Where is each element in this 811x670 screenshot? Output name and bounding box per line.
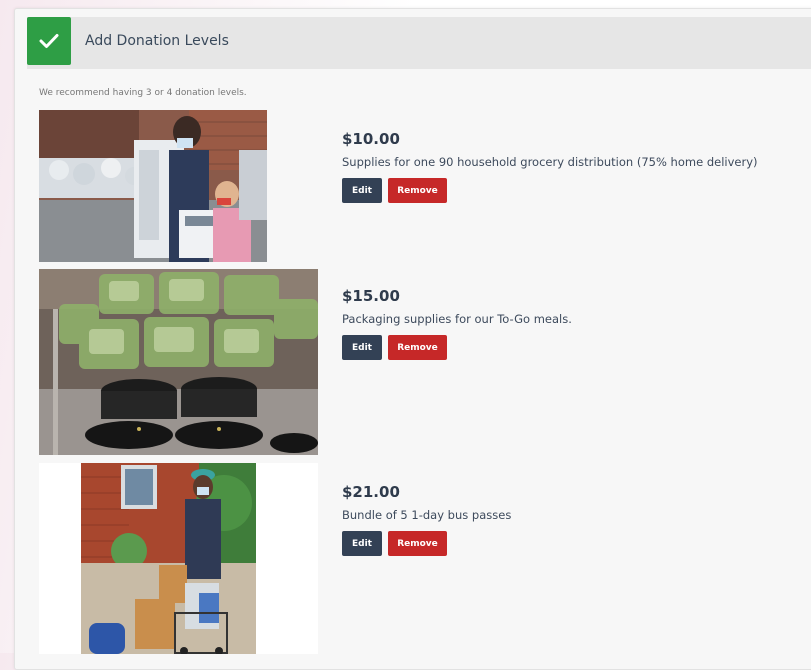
- remove-button[interactable]: Remove: [388, 335, 447, 360]
- completed-checkmark: [27, 17, 71, 65]
- donation-description: Supplies for one 90 household grocery di…: [342, 155, 758, 169]
- donation-level-details: $10.00 Supplies for one 90 household gro…: [342, 130, 757, 203]
- donation-description: Bundle of 5 1-day bus passes: [342, 508, 512, 522]
- donation-level-image: [39, 463, 318, 654]
- donation-level-image: [39, 269, 318, 455]
- donation-amount: $10.00: [342, 130, 400, 148]
- section-header: Add Donation Levels: [27, 17, 811, 69]
- donation-amount: $21.00: [342, 483, 400, 501]
- donation-description: Packaging supplies for our To-Go meals.: [342, 312, 572, 326]
- remove-button[interactable]: Remove: [388, 178, 447, 203]
- edit-button[interactable]: Edit: [342, 178, 382, 203]
- check-icon: [39, 34, 59, 48]
- donation-levels-panel: Add Donation Levels We recommend having …: [14, 8, 811, 670]
- donation-level-image: [39, 110, 267, 262]
- edit-button[interactable]: Edit: [342, 531, 382, 556]
- recommendation-hint: We recommend having 3 or 4 donation leve…: [39, 88, 247, 98]
- donation-level-details: $15.00 Packaging supplies for our To-Go …: [342, 287, 572, 360]
- edit-button[interactable]: Edit: [342, 335, 382, 360]
- remove-button[interactable]: Remove: [388, 531, 447, 556]
- donation-level-details: $21.00 Bundle of 5 1-day bus passes Edit…: [342, 483, 511, 556]
- section-title: Add Donation Levels: [85, 33, 229, 49]
- donation-amount: $15.00: [342, 287, 400, 305]
